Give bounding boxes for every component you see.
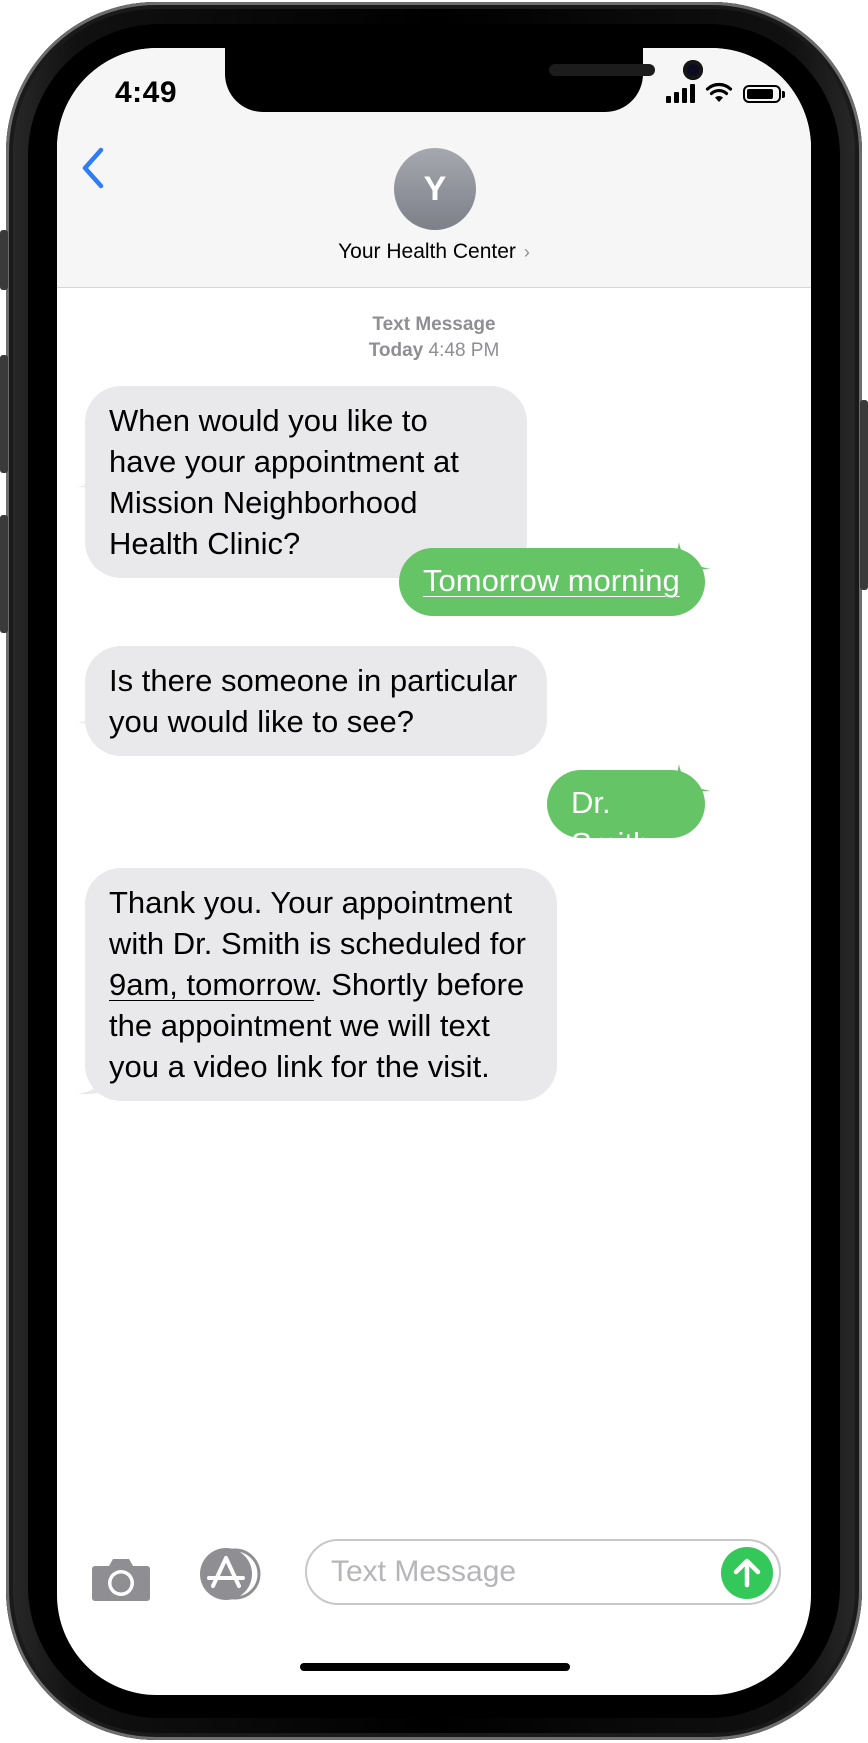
- camera-icon: [92, 1559, 150, 1601]
- earpiece-speaker: [549, 64, 655, 76]
- app-store-button[interactable]: [197, 1548, 263, 1600]
- contact-name-button[interactable]: Your Health Center ›: [57, 240, 811, 264]
- outgoing-message-bubble[interactable]: Dr. Smith: [547, 770, 705, 861]
- messages-screen: 4:49 Y Your Health Center › Text Message…: [57, 48, 811, 1695]
- send-button[interactable]: [721, 1547, 773, 1599]
- message-timestamp: Text Message Today 4:48 PM: [57, 312, 811, 364]
- message-time: 4:48 PM: [428, 340, 500, 361]
- message-service: Text Message: [372, 314, 496, 335]
- chevron-left-icon: [82, 147, 104, 189]
- battery-icon: [743, 85, 785, 103]
- status-time: 4:49: [115, 76, 178, 109]
- message-text: Thank you. Your appointment with Dr. Smi…: [109, 885, 526, 961]
- date-time-link[interactable]: 9am, tomorrow: [109, 967, 314, 1002]
- send-arrow-icon: [733, 1558, 761, 1588]
- app-store-icon: [200, 1548, 261, 1600]
- contact-name: Your Health Center: [338, 240, 516, 263]
- camera-button[interactable]: [91, 1556, 151, 1602]
- incoming-message-bubble[interactable]: Thank you. Your appointment with Dr. Smi…: [85, 868, 557, 1101]
- contact-avatar[interactable]: Y: [394, 148, 476, 230]
- chevron-right-icon: ›: [523, 241, 530, 262]
- incoming-message-bubble[interactable]: Is there someone in particular you would…: [85, 646, 547, 756]
- wifi-icon: [705, 82, 733, 102]
- outgoing-message-bubble[interactable]: Tomorrow morning: [399, 548, 705, 616]
- message-day: Today: [368, 340, 424, 361]
- back-button[interactable]: [75, 138, 115, 198]
- volume-down-button: [0, 515, 8, 633]
- message-input-field[interactable]: [305, 1539, 781, 1605]
- home-indicator[interactable]: [300, 1663, 570, 1671]
- status-icons: [666, 82, 785, 103]
- mute-switch: [0, 230, 8, 290]
- volume-up-button: [0, 355, 8, 473]
- side-button: [860, 400, 868, 590]
- message-input[interactable]: [329, 1551, 693, 1593]
- front-camera: [683, 60, 703, 80]
- device-notch: [225, 48, 703, 112]
- cellular-signal-icon: [666, 83, 695, 103]
